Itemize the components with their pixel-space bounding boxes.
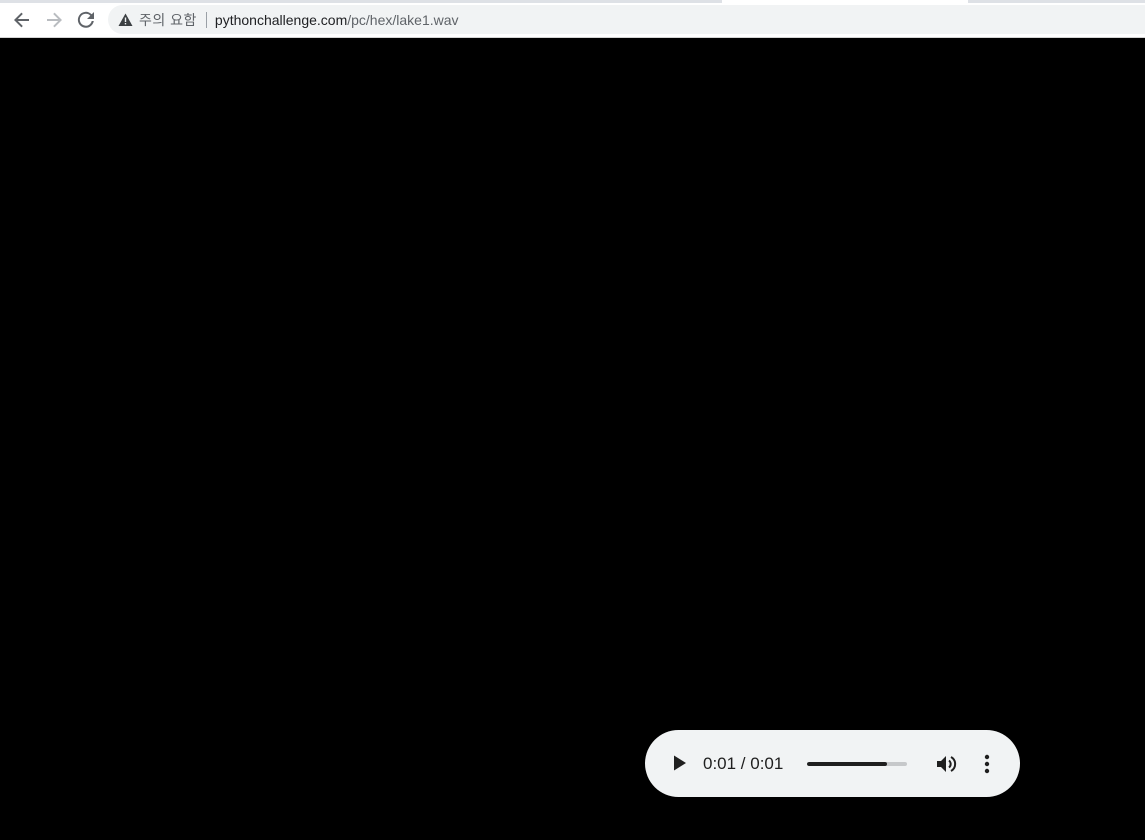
play-icon	[674, 755, 686, 771]
omnibox-divider	[205, 11, 207, 28]
reload-button[interactable]	[74, 8, 98, 32]
address-bar[interactable]: 주의 요함 pythonchallenge.com/pc/hex/lake1.w…	[108, 5, 1145, 34]
more-vertical-icon	[984, 754, 990, 774]
time-display: 0:01 / 0:01	[703, 754, 784, 773]
play-button[interactable]	[669, 752, 691, 774]
audio-player: 0:01 / 0:01	[645, 730, 1020, 797]
page-content	[0, 38, 1145, 840]
volume-button[interactable]	[935, 752, 959, 776]
back-button[interactable]	[10, 8, 34, 32]
seek-slider[interactable]	[807, 762, 907, 766]
url-host: pythonchallenge.com	[214, 11, 348, 28]
seek-progress	[807, 762, 887, 766]
active-tab[interactable]	[722, 0, 968, 3]
more-options-button[interactable]	[977, 752, 997, 776]
security-status-label[interactable]: 주의 요함	[139, 10, 197, 30]
arrow-left-icon	[14, 12, 29, 28]
warning-triangle-icon[interactable]	[118, 13, 133, 27]
url-text[interactable]: pythonchallenge.com/pc/hex/lake1.wav	[215, 12, 459, 28]
browser-toolbar: 주의 요함 pythonchallenge.com/pc/hex/lake1.w…	[0, 0, 1145, 38]
volume-icon	[937, 756, 957, 772]
url-path: /pc/hex/lake1.wav	[347, 11, 459, 28]
arrow-right-icon	[47, 12, 62, 28]
reload-icon	[77, 11, 94, 28]
forward-button[interactable]	[42, 8, 66, 32]
tab-strip	[0, 0, 1145, 3]
